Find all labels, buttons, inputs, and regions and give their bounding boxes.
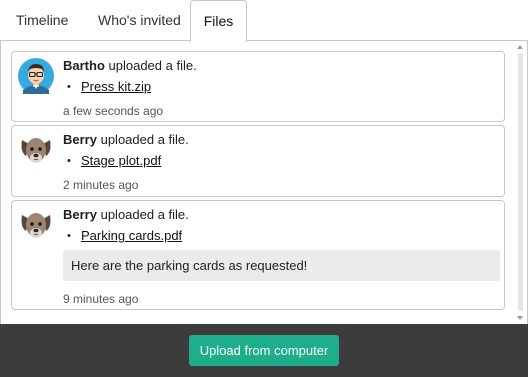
feed-entry: Berry uploaded a file. • Parking cards.pd… bbox=[11, 200, 505, 310]
entry-action: uploaded a file. bbox=[100, 132, 189, 147]
entry-timestamp: 2 minutes ago bbox=[63, 178, 139, 192]
dog-avatar-icon bbox=[18, 207, 54, 243]
tab-bar: Timeline Who's invited Files bbox=[0, 0, 528, 42]
entry-user: Bartho bbox=[63, 58, 105, 73]
entry-action: uploaded a file. bbox=[108, 58, 197, 73]
dog-avatar-icon bbox=[18, 132, 54, 168]
tab-timeline[interactable]: Timeline bbox=[16, 0, 68, 41]
bullet-icon: • bbox=[67, 81, 71, 93]
file-list-item: • Press kit.zip bbox=[67, 79, 151, 95]
scroll-up-icon[interactable] bbox=[517, 45, 523, 49]
upload-from-computer-button[interactable]: Upload from computer bbox=[189, 335, 339, 366]
entry-user: Berry bbox=[63, 132, 97, 147]
tab-whos-invited[interactable]: Who's invited bbox=[98, 0, 181, 41]
file-list-item: • Stage plot.pdf bbox=[67, 153, 161, 169]
files-feed: Bartho uploaded a file. • Press kit.zip a… bbox=[0, 41, 528, 324]
bullet-icon: • bbox=[67, 230, 71, 242]
entry-timestamp: a few seconds ago bbox=[63, 104, 164, 118]
entry-headline: Bartho uploaded a file. bbox=[63, 58, 197, 74]
feed-entry: Bartho uploaded a file. • Press kit.zip a… bbox=[11, 51, 505, 122]
file-link[interactable]: Parking cards.pdf bbox=[81, 228, 182, 243]
feed-entry: Berry uploaded a file. • Stage plot.pdf 2… bbox=[11, 125, 505, 197]
entry-action: uploaded a file. bbox=[100, 207, 189, 222]
file-list-item: • Parking cards.pdf bbox=[67, 228, 182, 244]
feed-scrollbar[interactable] bbox=[515, 41, 526, 324]
entry-message: Here are the parking cards as requested! bbox=[63, 250, 500, 281]
scrollbar-thumb[interactable] bbox=[518, 53, 523, 311]
tab-files[interactable]: Files bbox=[190, 0, 247, 42]
upload-footer: Upload from computer bbox=[0, 324, 528, 377]
entry-user: Berry bbox=[63, 207, 97, 222]
file-link[interactable]: Stage plot.pdf bbox=[81, 153, 161, 168]
file-link[interactable]: Press kit.zip bbox=[81, 79, 151, 94]
entry-timestamp: 9 minutes ago bbox=[63, 292, 139, 306]
scroll-down-icon[interactable] bbox=[517, 316, 523, 320]
bullet-icon: • bbox=[67, 155, 71, 167]
man-avatar-icon bbox=[18, 58, 54, 94]
entry-headline: Berry uploaded a file. bbox=[63, 132, 189, 148]
entry-headline: Berry uploaded a file. bbox=[63, 207, 189, 223]
